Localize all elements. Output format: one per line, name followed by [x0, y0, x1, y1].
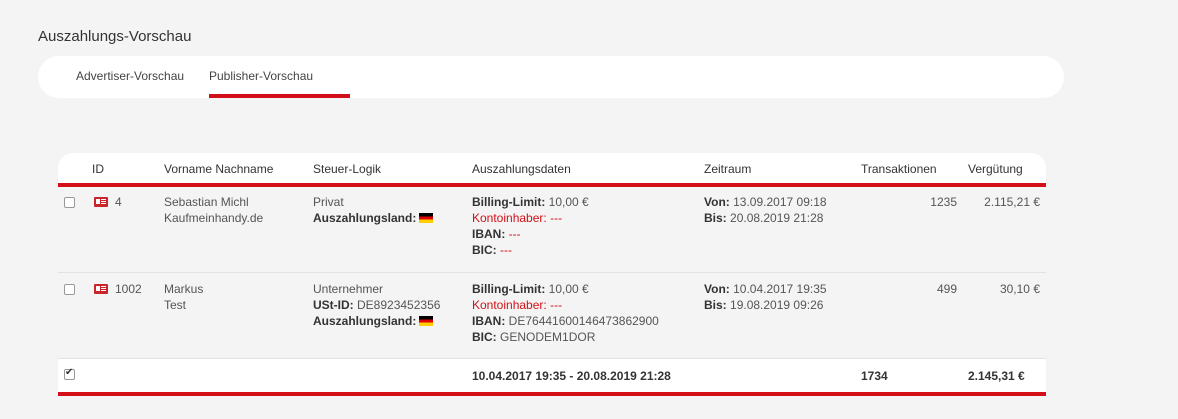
from-label: Von: — [704, 282, 730, 296]
active-tab-indicator — [209, 94, 350, 98]
holder-label: Kontoinhaber: — [472, 298, 547, 312]
header-payout: Auszahlungsdaten — [472, 162, 571, 176]
tab-bar: Advertiser-Vorschau Publisher-Vorschau — [38, 56, 1064, 98]
row-tax: Privat Auszahlungsland: — [313, 194, 434, 226]
to-value: 19.08.2019 09:26 — [730, 298, 824, 312]
iban-label: IBAN: — [472, 314, 506, 328]
page-title: Auszahlungs-Vorschau — [38, 28, 192, 45]
row-id: 1002 — [115, 282, 142, 296]
table-row: 4 Sebastian Michl Kaufmeinhandy.de Priva… — [58, 187, 1046, 273]
to-label: Bis: — [704, 211, 727, 225]
row-period: Von: 10.04.2017 19:35 Bis: 19.08.2019 09… — [704, 281, 827, 313]
country-line: Auszahlungsland: — [313, 313, 440, 329]
tax-type: Unternehmer — [313, 282, 384, 296]
german-flag-icon — [419, 316, 434, 326]
account-holder: Kontoinhaber: --- — [472, 297, 659, 313]
from-value: 13.09.2017 09:18 — [733, 195, 827, 209]
first-name: Markus — [164, 282, 204, 296]
summary-period: 10.04.2017 19:35 - 20.08.2019 21:28 — [472, 369, 671, 383]
to-label: Bis: — [704, 298, 727, 312]
table-row: 1002 Markus Test Unternehmer USt-ID: DE8… — [58, 273, 1046, 359]
ustid-value: DE8923452356 — [357, 298, 441, 312]
from-label: Von: — [704, 195, 730, 209]
summary-row: 10.04.2017 19:35 - 20.08.2019 21:28 1734… — [58, 359, 1046, 392]
country-line: Auszahlungsland: — [313, 210, 434, 226]
holder-label: Kontoinhaber: — [472, 211, 547, 225]
header-tax: Steuer-Logik — [313, 162, 382, 176]
account-holder: Kontoinhaber: --- — [472, 210, 589, 226]
tax-type: Privat — [313, 195, 344, 209]
holder-value: --- — [550, 298, 563, 312]
billing-value: 10,00 € — [548, 282, 589, 296]
header-name: Vorname Nachname — [164, 162, 274, 176]
row-name: Markus Test — [164, 281, 203, 313]
summary-transactions: 1734 — [861, 369, 888, 383]
billing-limit: Billing-Limit: 10,00 € — [472, 194, 589, 210]
row-tax: Unternehmer USt-ID: DE8923452356 Auszahl… — [313, 281, 440, 329]
bic-value: GENODEM1DOR — [500, 330, 596, 344]
last-name: Test — [164, 298, 187, 312]
ustid-line: USt-ID: DE8923452356 — [313, 297, 440, 313]
bic-label: BIC: — [472, 330, 497, 344]
period-from: Von: 13.09.2017 09:18 — [704, 194, 827, 210]
billing-label: Billing-Limit: — [472, 282, 546, 296]
row-payout: Billing-Limit: 10,00 € Kontoinhaber: ---… — [472, 281, 659, 345]
bic: BIC: GENODEM1DOR — [472, 329, 659, 345]
row-id: 4 — [115, 195, 122, 209]
row-transactions: 499 — [936, 282, 957, 296]
tab-publisher-preview[interactable]: Publisher-Vorschau — [209, 69, 313, 83]
period-from: Von: 10.04.2017 19:35 — [704, 281, 827, 297]
country-label: Auszahlungsland: — [313, 314, 417, 328]
row-checkbox[interactable] — [64, 284, 75, 295]
header-transactions: Transaktionen — [861, 162, 937, 176]
bic-label: BIC: — [472, 243, 497, 257]
billing-label: Billing-Limit: — [472, 195, 546, 209]
iban-label: IBAN: — [472, 227, 506, 241]
row-payout: Billing-Limit: 10,00 € Kontoinhaber: ---… — [472, 194, 589, 258]
ustid-label: USt-ID: — [313, 298, 354, 312]
period-to: Bis: 19.08.2019 09:26 — [704, 297, 827, 313]
row-payment: 2.115,21 € — [984, 195, 1040, 209]
id-card-icon[interactable] — [94, 197, 108, 207]
select-all-checkbox[interactable] — [64, 367, 75, 380]
footer-divider — [58, 392, 1046, 396]
period-to: Bis: 20.08.2019 21:28 — [704, 210, 827, 226]
iban-value: DE76441600146473862900 — [508, 314, 659, 328]
holder-value: --- — [550, 211, 563, 225]
row-checkbox[interactable] — [64, 197, 75, 208]
german-flag-icon — [419, 213, 434, 223]
header-payment: Vergütung — [968, 162, 1023, 176]
last-name: Kaufmeinhandy.de — [164, 211, 264, 225]
billing-value: 10,00 € — [548, 195, 589, 209]
header-period: Zeitraum — [704, 162, 752, 176]
to-value: 20.08.2019 21:28 — [730, 211, 824, 225]
row-period: Von: 13.09.2017 09:18 Bis: 20.08.2019 21… — [704, 194, 827, 226]
table-header: ID Vorname Nachname Steuer-Logik Auszahl… — [58, 153, 1046, 183]
billing-limit: Billing-Limit: 10,00 € — [472, 281, 659, 297]
bic-value: --- — [500, 243, 513, 257]
iban: IBAN: DE76441600146473862900 — [472, 313, 659, 329]
id-card-icon[interactable] — [94, 284, 108, 294]
tab-advertiser-preview[interactable]: Advertiser-Vorschau — [76, 69, 184, 83]
summary-payment: 2.145,31 € — [968, 369, 1025, 383]
iban: IBAN: --- — [472, 226, 589, 242]
first-name: Sebastian Michl — [164, 195, 249, 209]
row-name: Sebastian Michl Kaufmeinhandy.de — [164, 194, 263, 226]
from-value: 10.04.2017 19:35 — [733, 282, 827, 296]
iban-value: --- — [508, 227, 521, 241]
header-id: ID — [92, 162, 104, 176]
country-label: Auszahlungsland: — [313, 211, 417, 225]
payout-table: ID Vorname Nachname Steuer-Logik Auszahl… — [58, 153, 1046, 396]
row-transactions: 1235 — [930, 195, 957, 209]
row-payment: 30,10 € — [999, 282, 1040, 296]
bic: BIC: --- — [472, 242, 589, 258]
